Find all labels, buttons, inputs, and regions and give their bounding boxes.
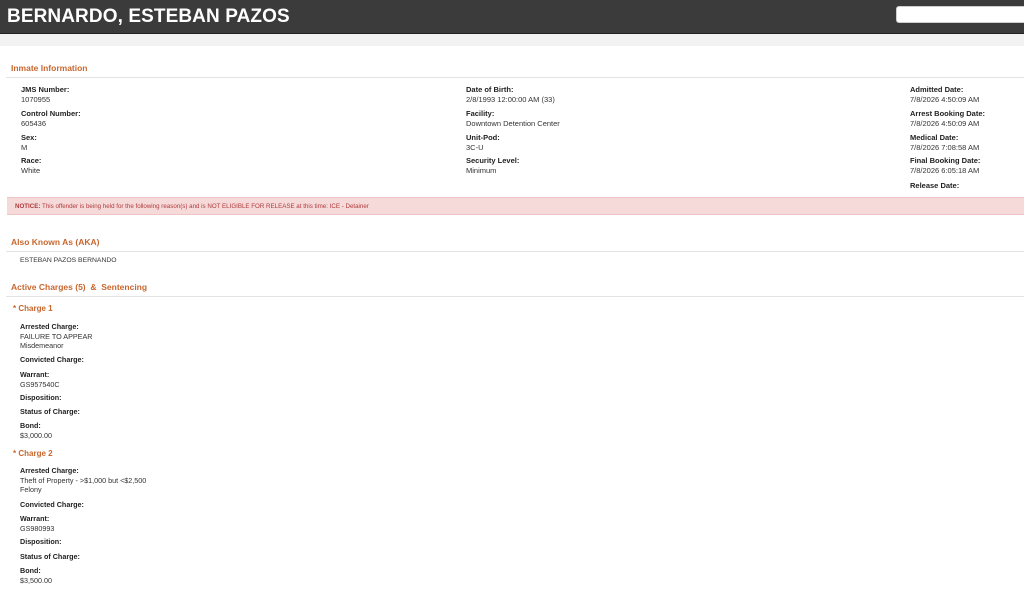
charge-convicted: Convicted Charge: xyxy=(20,500,84,509)
title-ampersand: & xyxy=(90,282,97,292)
field-arrest-booking-date: Arrest Booking Date: 7/8/2026 4:50:09 AM xyxy=(910,109,986,128)
field-facility: Facility: Downtown Detention Center xyxy=(466,109,560,128)
field-release-date: Release Date: xyxy=(910,181,960,190)
notice-text: This offender is being held for the foll… xyxy=(40,203,369,210)
field-sex: Sex: M xyxy=(21,133,37,152)
charge-convicted: Convicted Charge: xyxy=(20,355,84,364)
field-race: Race: White xyxy=(21,156,42,175)
sentencing-label: Sentencing xyxy=(101,282,148,292)
field-security-level: Security Level: Minimum xyxy=(466,156,520,175)
charge-status: Status of Charge: xyxy=(20,407,80,416)
header-band xyxy=(0,34,1024,46)
release-notice-banner: NOTICE: This offender is being held for … xyxy=(7,197,1024,215)
section-divider xyxy=(6,77,1024,78)
inmate-info-title: Inmate Information xyxy=(11,63,88,73)
section-divider xyxy=(6,296,1024,297)
charge-disposition: Disposition: xyxy=(20,393,62,402)
search-input[interactable] xyxy=(896,6,1024,23)
charge-arrested: Arrested Charge: FAILURE TO APPEAR Misde… xyxy=(20,322,93,350)
field-admitted-date: Admitted Date: 7/8/2026 4:50:09 AM xyxy=(910,85,980,104)
notice-prefix: NOTICE: xyxy=(15,203,41,210)
charge-warrant: Warrant: GS957540C xyxy=(20,370,60,389)
field-date-of-birth: Date of Birth: 2/8/1993 12:00:00 AM (33) xyxy=(466,85,555,104)
inmate-name-title: BERNARDO, ESTEBAN PAZOS xyxy=(7,6,290,27)
field-medical-date: Medical Date: 7/8/2026 7:08:58 AM xyxy=(910,133,980,152)
top-bar: BERNARDO, ESTEBAN PAZOS xyxy=(0,0,1024,34)
field-jms-number: JMS Number: 1070955 xyxy=(21,85,70,104)
charge-bond: Bond: $3,000.00 xyxy=(20,421,52,440)
charge-arrested: Arrested Charge: Theft of Property - >$1… xyxy=(20,466,147,494)
charge-warrant: Warrant: GS980993 xyxy=(20,514,55,533)
field-control-number: Control Number: 605436 xyxy=(21,109,81,128)
charge-status: Status of Charge: xyxy=(20,552,80,561)
field-final-booking-date: Final Booking Date: 7/8/2026 6:05:18 AM xyxy=(910,156,981,175)
active-charges-title: Active Charges (5) & Sentencing xyxy=(11,282,147,292)
section-divider xyxy=(6,251,1024,252)
charge-title[interactable]: * Charge 1 xyxy=(13,304,53,313)
aka-name: ESTEBAN PAZOS BERNANDO xyxy=(20,257,117,264)
charge-bond: Bond: $3,500.00 xyxy=(20,566,52,585)
main-content: Inmate Information JMS Number: 1070955 C… xyxy=(0,46,1024,591)
charge-disposition: Disposition: xyxy=(20,537,62,546)
charge-title[interactable]: * Charge 2 xyxy=(13,449,53,458)
aka-title: Also Known As (AKA) xyxy=(11,237,100,247)
field-unit-pod: Unit-Pod: 3C-U xyxy=(466,133,500,152)
active-charges-label: Active Charges (5) xyxy=(11,282,86,292)
